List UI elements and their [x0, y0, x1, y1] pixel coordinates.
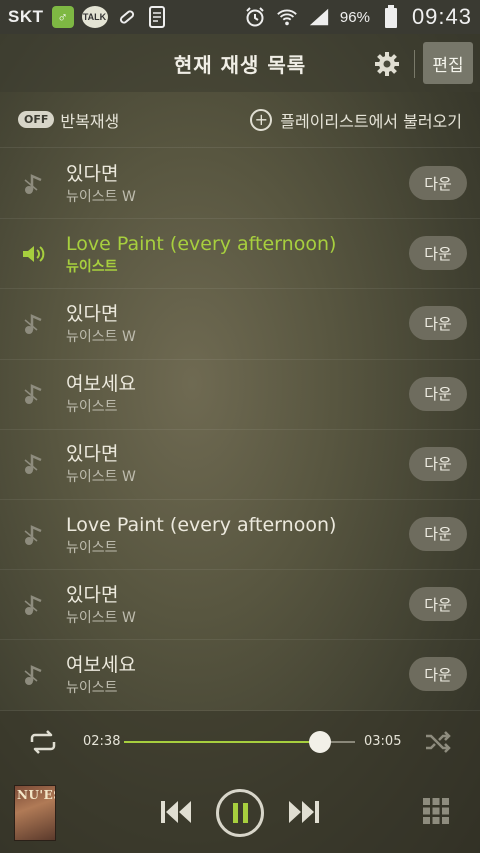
grid-menu-icon[interactable] [422, 797, 450, 829]
alarm-icon [244, 6, 266, 28]
download-button[interactable]: 다운 [409, 236, 467, 271]
seek-bar-handle[interactable] [309, 731, 332, 753]
download-button[interactable]: 다운 [409, 657, 467, 692]
signal-icon [308, 6, 330, 28]
load-playlist-label: 플레이리스트에서 불러오기 [280, 111, 462, 131]
download-button[interactable]: 다운 [409, 516, 467, 551]
carrier-label: SKT [8, 7, 44, 26]
repeat-icon[interactable] [28, 729, 58, 759]
header-bar: 현재 재생 목록 편집 [0, 34, 480, 92]
album-art[interactable]: NU'EST [14, 785, 56, 841]
list-item[interactable]: 있다면 뉴이스트 W 다운 [0, 149, 480, 220]
playlist: 있다면 뉴이스트 W 다운 Love Paint (every afternoon… [0, 149, 480, 711]
repeat-label[interactable]: 반복재생 [60, 108, 119, 132]
music-note-icon [0, 172, 66, 196]
options-bar: OFF 반복재생 + 플레이리스트에서 불러오기 [0, 92, 480, 148]
add-circle-icon: + [250, 108, 273, 131]
download-button[interactable]: 다운 [409, 446, 467, 481]
header-divider [414, 50, 415, 78]
mini-player: 02:38 03:05 NU'EST [0, 711, 480, 853]
talk-icon: TALK [81, 6, 108, 28]
notification-app-icon: ♂ [51, 6, 74, 28]
next-track-icon[interactable] [286, 798, 322, 830]
edit-button[interactable]: 편집 [423, 42, 473, 84]
shuffle-icon[interactable] [423, 729, 453, 759]
status-clock: 09:43 [411, 4, 472, 29]
progress-row: 02:38 03:05 [0, 727, 480, 757]
battery-percent: 96% [339, 8, 370, 26]
current-time: 02:38 [83, 734, 121, 749]
music-note-icon [0, 312, 66, 336]
list-item[interactable]: 있다면 뉴이스트 W 다운 [0, 570, 480, 641]
music-note-icon [0, 523, 66, 547]
list-item[interactable]: Love Paint (every afternoon) 뉴이스트 다운 [0, 219, 480, 290]
list-item[interactable]: 있다면 뉴이스트 W 다운 [0, 430, 480, 500]
pause-button[interactable] [216, 789, 264, 837]
previous-track-icon[interactable] [158, 798, 194, 830]
settings-gear-icon[interactable] [373, 50, 401, 78]
list-item[interactable]: 여보세요 뉴이스트 다운 [0, 640, 480, 711]
music-note-icon [0, 382, 66, 406]
download-button[interactable]: 다운 [409, 306, 467, 341]
list-item[interactable]: 있다면 뉴이스트 W 다운 [0, 289, 480, 360]
screenshot-icon [146, 6, 168, 28]
status-bar: SKT ♂ TALK 96% 09:43 [0, 0, 480, 34]
battery-icon [380, 5, 402, 28]
page-title: 현재 재생 목록 [173, 52, 307, 77]
album-art-text: NU'EST [17, 788, 55, 802]
download-button[interactable]: 다운 [409, 166, 467, 200]
download-button[interactable]: 다운 [409, 376, 467, 411]
music-note-icon [0, 663, 66, 687]
music-note-icon [0, 593, 66, 617]
pause-icon-bar [242, 803, 248, 823]
load-playlist-button[interactable]: + 플레이리스트에서 불러오기 [250, 108, 462, 132]
wifi-icon [276, 6, 298, 28]
music-note-icon [0, 452, 66, 476]
total-time: 03:05 [364, 734, 402, 749]
list-item[interactable]: Love Paint (every afternoon) 뉴이스트 다운 [0, 500, 480, 571]
repeat-toggle[interactable]: OFF [18, 111, 55, 128]
pill-icon [116, 6, 138, 28]
download-button[interactable]: 다운 [409, 587, 467, 622]
speaker-playing-icon [0, 242, 66, 266]
list-item[interactable]: 여보세요 뉴이스트 다운 [0, 360, 480, 430]
pause-icon [232, 803, 238, 823]
seek-bar-fill [124, 741, 321, 743]
